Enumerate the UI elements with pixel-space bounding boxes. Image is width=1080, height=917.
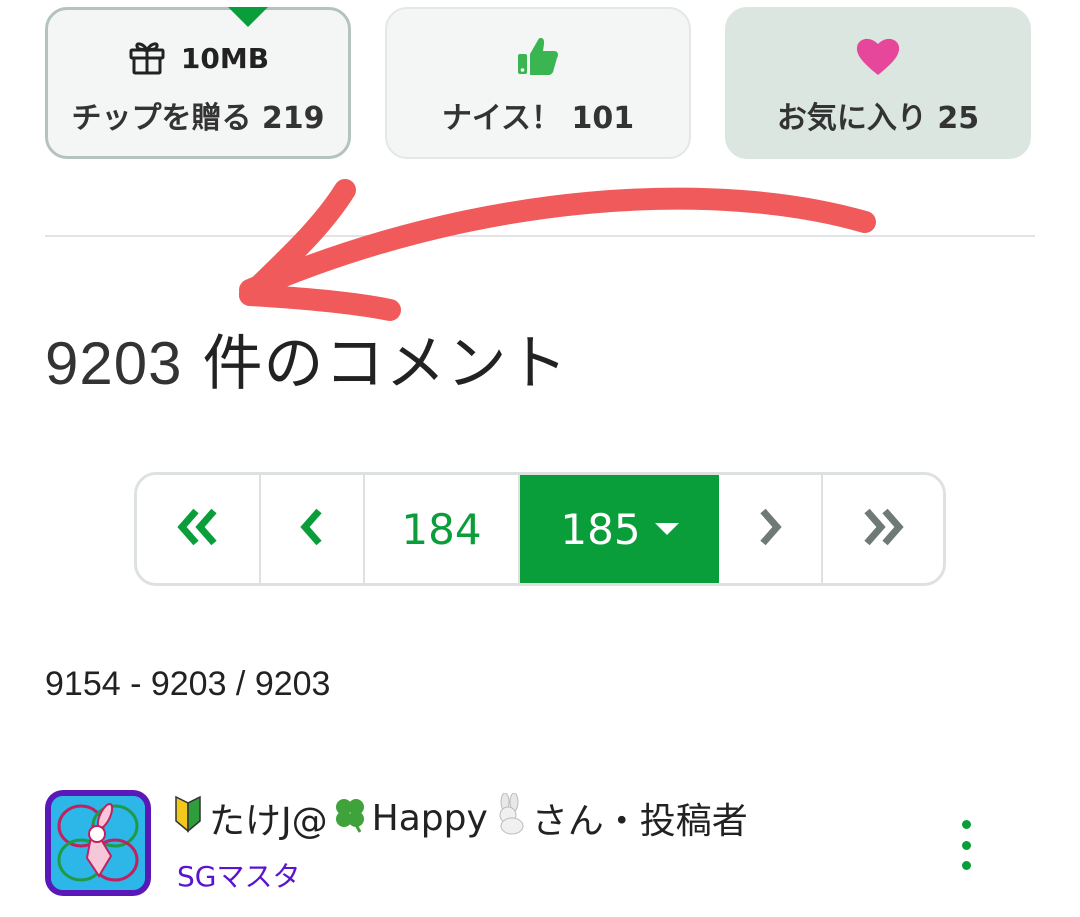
reaction-buttons: 10MB チップを贈る 219 ナイス！ 101 お気に入り 25 xyxy=(45,7,1035,163)
pagination: 184 185 xyxy=(134,472,946,586)
rabbit-icon xyxy=(492,792,528,844)
comment-item: たけJ@ Happy さん・投稿者 SGマスタ xyxy=(45,790,1035,917)
more-options-icon[interactable] xyxy=(955,820,977,870)
nice-label: ナイス！ 101 xyxy=(441,101,635,136)
chevron-left-icon xyxy=(297,507,327,551)
comment-title-suffix: 件のコメント xyxy=(182,329,569,399)
double-chevron-right-icon xyxy=(859,507,907,551)
clover-icon xyxy=(330,794,370,843)
commenter-name-suffix: さん・投稿者 xyxy=(531,801,748,842)
favorite-button[interactable]: お気に入り 25 xyxy=(725,7,1031,159)
comment-range: 9154 - 9203 / 9203 xyxy=(45,665,331,703)
comment-count: 9203 xyxy=(45,330,183,397)
avatar[interactable] xyxy=(45,790,151,896)
double-chevron-left-icon xyxy=(174,507,222,551)
tip-size: 10MB xyxy=(180,41,270,75)
heart-icon xyxy=(855,35,901,81)
favorite-label: お気に入り 25 xyxy=(776,101,980,136)
arrow-annotation xyxy=(239,179,876,321)
first-page-button[interactable] xyxy=(137,475,261,583)
prev-page-button[interactable] xyxy=(261,475,365,583)
divider xyxy=(45,235,1035,237)
beginner-mark-icon xyxy=(173,795,203,842)
chevron-right-icon xyxy=(755,507,785,551)
tip-button[interactable]: 10MB チップを贈る 219 xyxy=(45,7,351,159)
current-page-label: 185 xyxy=(560,504,641,554)
tip-label: チップを贈る 219 xyxy=(71,101,325,136)
commenter-name-part2: Happy xyxy=(371,797,488,839)
current-page-select[interactable]: 185 xyxy=(520,475,719,583)
next-page-button[interactable] xyxy=(719,475,823,583)
commenter-name[interactable]: たけJ@ Happy さん・投稿者 xyxy=(173,792,748,844)
last-page-button[interactable] xyxy=(823,475,943,583)
gift-icon xyxy=(127,36,167,80)
nice-button[interactable]: ナイス！ 101 xyxy=(385,7,691,159)
page-184-button[interactable]: 184 xyxy=(365,475,520,583)
selected-marker xyxy=(228,7,268,27)
comments-heading: 9203 件のコメント xyxy=(45,315,569,402)
thumbs-up-icon xyxy=(516,34,560,82)
commenter-name-part1: たけJ@ xyxy=(209,801,328,842)
caret-down-icon xyxy=(654,523,679,535)
commenter-role: SGマスタ xyxy=(177,860,301,893)
